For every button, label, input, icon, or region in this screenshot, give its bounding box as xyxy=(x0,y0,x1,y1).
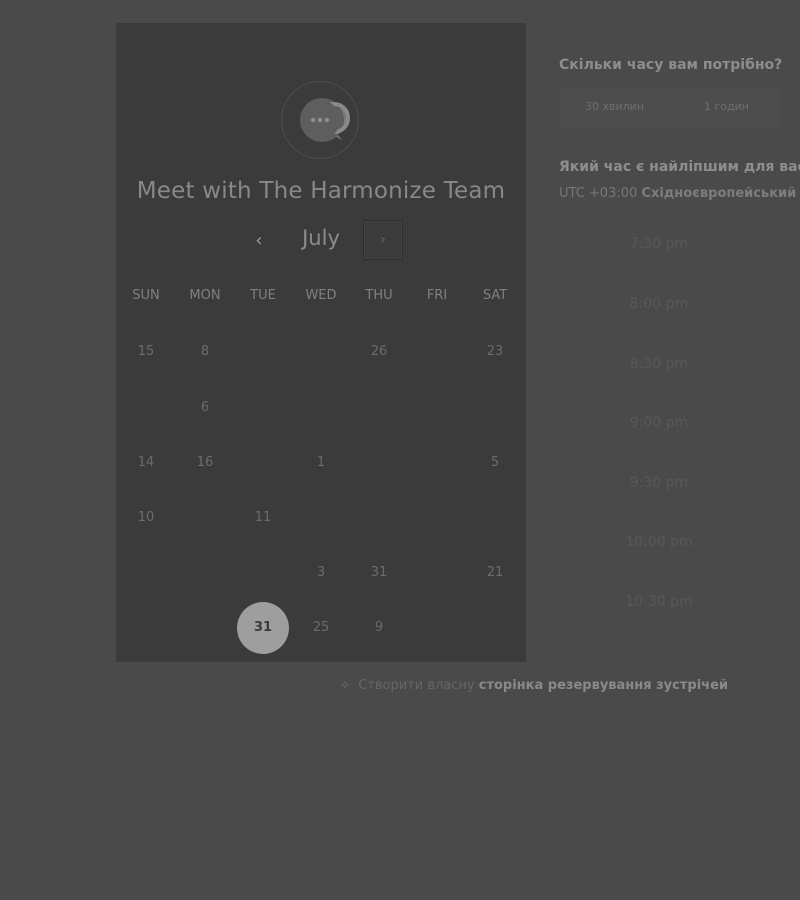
weekday-tue: TUE xyxy=(250,288,276,303)
create-booking-page-link[interactable]: сторінка резервування зустрічей xyxy=(479,678,728,693)
calendar-day[interactable]: 25 xyxy=(295,602,347,654)
time-slot[interactable]: 7:30 pm xyxy=(597,236,721,252)
timezone-name[interactable]: Східноєвропейський час xyxy=(641,186,800,201)
page-title: Meet with The Harmonize Team xyxy=(136,178,506,204)
calendar-day-selected[interactable]: 31 xyxy=(237,602,289,654)
booking-page: Meet with The Harmonize Team ‹ July › SU… xyxy=(0,0,800,900)
duration-question: Скільки часу вам потрібно? xyxy=(559,57,783,73)
time-slot[interactable]: 10:00 pm xyxy=(597,534,721,550)
calendar-day[interactable]: 10 xyxy=(120,492,172,544)
time-slot[interactable]: 8:30 pm xyxy=(597,356,721,372)
calendar-day[interactable]: 23 xyxy=(469,326,521,378)
timezone-line: UTC +03:00 Східноєвропейський час xyxy=(559,186,800,201)
calendar-day[interactable]: 21 xyxy=(469,547,521,599)
calendar-day[interactable]: 8 xyxy=(179,326,231,378)
time-question: Який час є найліпшим для вас? xyxy=(559,159,800,175)
wand-icon: ✧ xyxy=(340,678,351,692)
calendar-day[interactable]: 9 xyxy=(353,602,405,654)
calendar-card: Meet with The Harmonize Team ‹ July › SU… xyxy=(116,23,526,662)
previous-month-button[interactable]: ‹ xyxy=(249,229,269,253)
weekday-wed: WED xyxy=(305,288,337,303)
calendar-day[interactable]: 15 xyxy=(120,326,172,378)
calendar-day[interactable]: 11 xyxy=(237,492,289,544)
weekday-sat: SAT xyxy=(482,288,508,303)
weekday-sun: SUN xyxy=(132,288,160,303)
month-label: July xyxy=(302,226,340,250)
calendar-day[interactable]: 26 xyxy=(353,326,405,378)
weekday-thu: THU xyxy=(365,288,393,303)
time-slot[interactable]: 9:00 pm xyxy=(597,415,721,431)
weekday-header: SUN MON TUE WED THU FRI SAT xyxy=(116,288,526,308)
calendar-day[interactable]: 5 xyxy=(469,437,521,489)
time-slot[interactable]: 8:00 pm xyxy=(597,296,721,312)
calendar-day[interactable]: 14 xyxy=(120,437,172,489)
next-month-button[interactable]: › xyxy=(363,220,403,260)
footer-prefix: Створити власну xyxy=(358,678,475,693)
duration-selector: 30 хвилин 1 годин xyxy=(559,88,781,128)
calendar-day[interactable]: 31 xyxy=(353,547,405,599)
weekday-mon: MON xyxy=(189,288,221,303)
duration-option-60[interactable]: 1 годин xyxy=(704,100,749,113)
time-slot[interactable]: 9:30 pm xyxy=(597,475,721,491)
duration-option-30[interactable]: 30 хвилин xyxy=(585,100,644,113)
calendar-day[interactable]: 3 xyxy=(295,547,347,599)
chat-bubble-logo-icon xyxy=(281,81,359,159)
weekday-fri: FRI xyxy=(426,288,448,303)
calendar-day[interactable]: 6 xyxy=(179,382,231,434)
booking-panel: Скільки часу вам потрібно? 30 хвилин 1 г… xyxy=(559,0,800,900)
footer: ✧ Створити власну сторінка резервування … xyxy=(340,678,728,693)
calendar-day[interactable]: 16 xyxy=(179,437,231,489)
timezone-offset: UTC +03:00 xyxy=(559,186,638,201)
time-slot[interactable]: 10:30 pm xyxy=(597,594,721,610)
calendar-day[interactable]: 1 xyxy=(295,437,347,489)
